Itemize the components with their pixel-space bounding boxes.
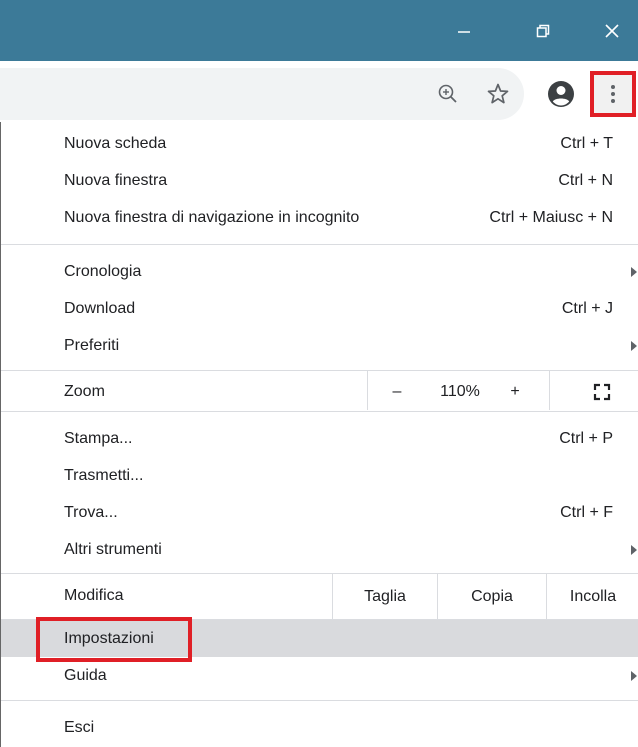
zoom-in-icon[interactable]	[433, 79, 463, 109]
menu-item-label: Guida	[64, 666, 107, 684]
menu-item-label: Download	[64, 299, 136, 317]
zoom-in-button[interactable]: +	[497, 373, 533, 410]
fullscreen-button[interactable]	[585, 373, 619, 410]
cut-label: Taglia	[364, 587, 406, 605]
menu-item-downloads[interactable]: Download Ctrl + J	[1, 290, 638, 327]
menu-separator	[1, 411, 638, 412]
menu-item-label: Preferiti	[64, 336, 120, 354]
fullscreen-icon	[593, 383, 611, 400]
copy-button[interactable]: Copia	[438, 574, 546, 619]
menu-separator	[1, 370, 638, 371]
minimize-icon	[458, 30, 470, 33]
menu-item-history[interactable]: Cronologia	[1, 253, 638, 290]
restore-button[interactable]	[515, 0, 571, 61]
submenu-arrow-icon	[631, 671, 637, 681]
menu-separator	[1, 244, 638, 245]
zoom-in-label: +	[510, 382, 520, 400]
submenu-arrow-icon	[631, 267, 637, 277]
menu-item-print[interactable]: Stampa... Ctrl + P	[1, 420, 638, 457]
menu-item-label: Stampa...	[64, 429, 133, 447]
minimize-button[interactable]	[436, 0, 492, 61]
menu-item-label: Nuova finestra di navigazione in incogni…	[64, 208, 360, 226]
settings-highlight-box	[36, 617, 192, 662]
menu-item-shortcut: Ctrl + J	[561, 299, 613, 317]
menu-item-more-tools[interactable]: Altri strumenti	[1, 531, 638, 568]
menu-item-label: Modifica	[64, 586, 124, 604]
zoom-divider	[549, 370, 550, 410]
menu-item-label: Cronologia	[64, 262, 142, 280]
menu-item-zoom: Zoom	[1, 373, 638, 410]
menu-item-bookmarks[interactable]: Preferiti	[1, 327, 638, 364]
menu-item-label: Altri strumenti	[64, 540, 162, 558]
menu-item-label: Trasmetti...	[64, 466, 144, 484]
zoom-level: 110%	[429, 373, 491, 410]
menu-item-new-window[interactable]: Nuova finestra Ctrl + N	[1, 162, 638, 199]
menu-item-shortcut: Ctrl + T	[560, 134, 613, 152]
zoom-out-label: –	[392, 382, 402, 400]
menu-item-label: Esci	[64, 718, 95, 736]
menu-item-shortcut: Ctrl + P	[559, 429, 613, 447]
menu-item-shortcut: Ctrl + N	[558, 171, 613, 189]
menu-item-exit[interactable]: Esci	[1, 709, 638, 746]
submenu-arrow-icon	[631, 341, 637, 351]
zoom-level-value: 110%	[440, 382, 480, 400]
window-titlebar	[0, 0, 638, 61]
cut-button[interactable]: Taglia	[333, 574, 437, 619]
zoom-out-button[interactable]: –	[377, 373, 417, 410]
menu-item-find[interactable]: Trova... Ctrl + F	[1, 494, 638, 531]
browser-toolbar	[0, 61, 638, 127]
star-icon[interactable]	[483, 79, 513, 109]
account-icon[interactable]	[544, 77, 578, 111]
close-button[interactable]	[584, 0, 638, 61]
menu-item-incognito[interactable]: Nuova finestra di navigazione in incogni…	[1, 199, 638, 236]
close-icon	[605, 23, 619, 38]
copy-label: Copia	[471, 587, 513, 605]
submenu-arrow-icon	[631, 545, 637, 555]
more-vert-icon	[611, 85, 615, 103]
zoom-divider	[367, 370, 368, 410]
menu-item-new-tab[interactable]: Nuova scheda Ctrl + T	[1, 125, 638, 162]
menu-item-label: Trova...	[64, 503, 118, 521]
paste-button[interactable]: Incolla	[547, 574, 638, 619]
menu-item-help[interactable]: Guida	[1, 657, 638, 694]
menu-item-shortcut: Ctrl + F	[560, 503, 613, 521]
restore-icon	[536, 24, 550, 37]
menu-item-shortcut: Ctrl + Maiusc + N	[489, 208, 613, 226]
menu-item-cast[interactable]: Trasmetti...	[1, 457, 638, 494]
menu-item-label: Nuova scheda	[64, 134, 167, 152]
menu-separator	[1, 700, 638, 701]
paste-label: Incolla	[569, 587, 617, 605]
menu-item-label: Nuova finestra	[64, 171, 168, 189]
menu-item-label: Zoom	[64, 382, 105, 400]
more-vert-button[interactable]	[590, 71, 636, 117]
